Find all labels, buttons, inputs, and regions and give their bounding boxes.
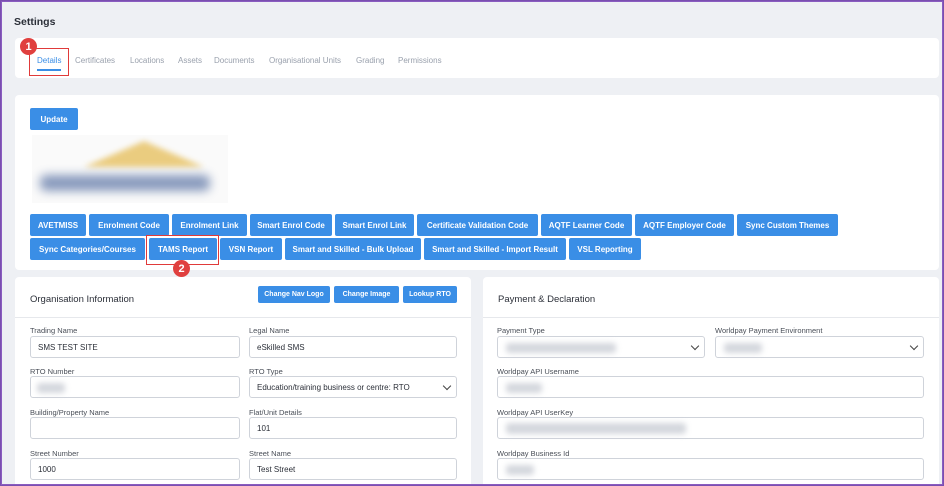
smart-and-skilled-import-result-button[interactable]: Smart and Skilled - Import Result: [424, 238, 566, 260]
worldpay-payment-environment-select[interactable]: [715, 336, 924, 358]
tab-organisational-units[interactable]: Organisational Units: [269, 56, 341, 65]
aqtf-employer-code-button[interactable]: AQTF Employer Code: [635, 214, 734, 236]
enrolment-code-button[interactable]: Enrolment Code: [89, 214, 169, 236]
callout-number-1: 1: [20, 38, 37, 55]
trading-name-label: Trading Name: [30, 326, 78, 335]
change-image-button[interactable]: Change Image: [334, 286, 399, 303]
street-name-value: Test Street: [257, 464, 296, 474]
tab-grading[interactable]: Grading: [356, 56, 384, 65]
flat-unit-details-input[interactable]: 101: [249, 417, 457, 439]
lookup-rto-button[interactable]: Lookup RTO: [403, 286, 457, 303]
callout-number-2: 2: [173, 260, 190, 277]
trading-name-input[interactable]: SMS TEST SITE: [30, 336, 240, 358]
legal-name-value: eSkilled SMS: [257, 342, 305, 352]
worldpay-api-username-input[interactable]: [497, 376, 924, 398]
update-button[interactable]: Update: [30, 108, 78, 130]
enrolment-link-button[interactable]: Enrolment Link: [172, 214, 247, 236]
tab-bar: Details Certificates Locations Assets Do…: [15, 38, 939, 78]
street-number-input[interactable]: 1000: [30, 458, 240, 480]
organisation-information-title: Organisation Information: [30, 294, 135, 305]
sync-custom-themes-button[interactable]: Sync Custom Themes: [737, 214, 838, 236]
worldpay-business-id-input[interactable]: [497, 458, 924, 480]
redacted-value: [37, 383, 65, 393]
sync-categories-courses-button[interactable]: Sync Categories/Courses: [30, 238, 145, 260]
avetmiss-button[interactable]: AVETMISS: [30, 214, 86, 236]
card-divider: [15, 317, 471, 318]
redacted-value: [506, 383, 542, 393]
trading-name-value: SMS TEST SITE: [38, 342, 98, 352]
organisation-information-card: Organisation Information Change Nav Logo…: [15, 277, 471, 484]
aqtf-learner-code-button[interactable]: AQTF Learner Code: [541, 214, 632, 236]
redacted-value: [506, 343, 616, 353]
chevron-down-icon: [909, 341, 919, 351]
payment-type-select[interactable]: [497, 336, 705, 358]
tab-assets[interactable]: Assets: [178, 56, 202, 65]
logo-wordmark: [40, 175, 210, 191]
legal-name-label: Legal Name: [249, 326, 290, 335]
rto-type-label: RTO Type: [249, 367, 283, 376]
organisation-logo: [32, 135, 228, 203]
street-number-value: 1000: [38, 464, 56, 474]
rto-type-select[interactable]: Education/training business or centre: R…: [249, 376, 457, 398]
smart-enrol-code-button[interactable]: Smart Enrol Code: [250, 214, 332, 236]
chevron-down-icon: [690, 341, 700, 351]
rto-number-input[interactable]: [30, 376, 240, 398]
worldpay-api-userkey-label: Worldpay API UserKey: [497, 408, 574, 417]
street-name-input[interactable]: Test Street: [249, 458, 457, 480]
worldpay-api-username-label: Worldpay API Username: [497, 367, 579, 376]
redacted-value: [506, 465, 534, 475]
smart-enrol-link-button[interactable]: Smart Enrol Link: [335, 214, 414, 236]
worldpay-api-userkey-input[interactable]: [497, 417, 924, 439]
street-number-label: Street Number: [30, 449, 79, 458]
worldpay-business-id-label: Worldpay Business Id: [497, 449, 570, 458]
payment-declaration-card: Payment & Declaration Payment Type World…: [483, 277, 939, 484]
street-name-label: Street Name: [249, 449, 292, 458]
tab-permissions[interactable]: Permissions: [398, 56, 442, 65]
card-divider: [483, 317, 939, 318]
payment-type-label: Payment Type: [497, 326, 545, 335]
building-property-name-label: Building/Property Name: [30, 408, 110, 417]
page-title: Settings: [14, 16, 56, 28]
callout-box-details: [29, 48, 69, 76]
vsl-reporting-button[interactable]: VSL Reporting: [569, 238, 641, 260]
worldpay-payment-environment-label: Worldpay Payment Environment: [715, 326, 823, 335]
redacted-value: [506, 423, 686, 434]
tab-locations[interactable]: Locations: [130, 56, 164, 65]
tab-documents[interactable]: Documents: [214, 56, 254, 65]
legal-name-input[interactable]: eSkilled SMS: [249, 336, 457, 358]
smart-and-skilled-bulk-upload-button[interactable]: Smart and Skilled - Bulk Upload: [285, 238, 421, 260]
building-property-name-input[interactable]: [30, 417, 240, 439]
rto-type-value: Education/training business or centre: R…: [257, 382, 410, 392]
vsn-report-button[interactable]: VSN Report: [220, 238, 282, 260]
flat-unit-details-value: 101: [257, 423, 271, 433]
payment-declaration-title: Payment & Declaration: [498, 294, 596, 305]
change-nav-logo-button[interactable]: Change Nav Logo: [258, 286, 330, 303]
logo-roof-shape: [84, 141, 204, 167]
chevron-down-icon: [442, 381, 452, 391]
tab-certificates[interactable]: Certificates: [75, 56, 115, 65]
app-frame: Settings Details Certificates Locations …: [1, 1, 943, 485]
flat-unit-details-label: Flat/Unit Details: [249, 408, 302, 417]
certificate-validation-code-button[interactable]: Certificate Validation Code: [417, 214, 538, 236]
rto-number-label: RTO Number: [30, 367, 75, 376]
redacted-value: [724, 343, 762, 353]
